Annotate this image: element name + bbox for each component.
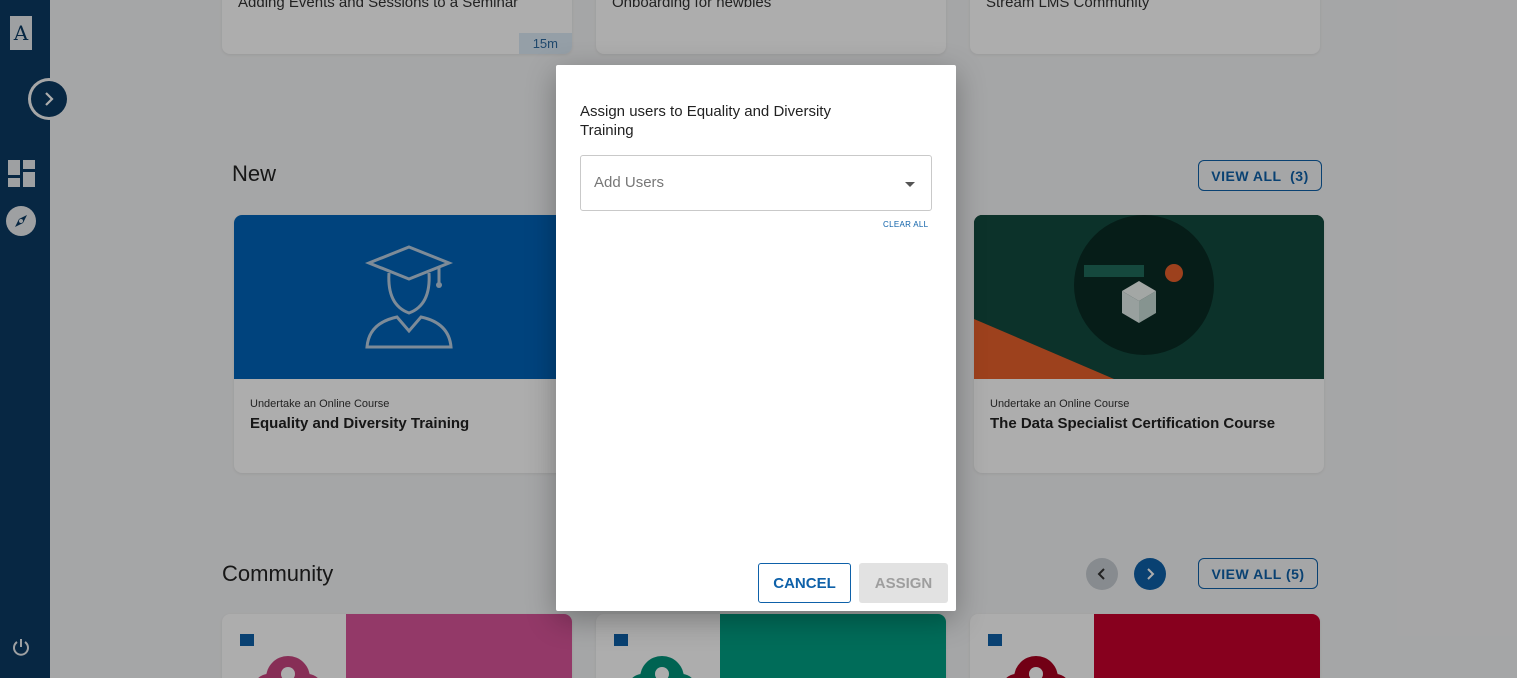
select-placeholder: Add Users xyxy=(594,174,665,191)
cancel-button[interactable]: CANCEL xyxy=(758,563,851,603)
dialog-title: Assign users to Equality and Diversity T… xyxy=(580,103,831,139)
clear-all-link[interactable]: CLEAR ALL xyxy=(883,220,928,229)
add-users-select[interactable]: Add Users xyxy=(580,155,932,211)
assign-button[interactable]: ASSIGN xyxy=(859,563,948,603)
assign-users-dialog: Assign users to Equality and Diversity T… xyxy=(556,65,956,611)
caret-down-icon[interactable] xyxy=(905,182,915,187)
